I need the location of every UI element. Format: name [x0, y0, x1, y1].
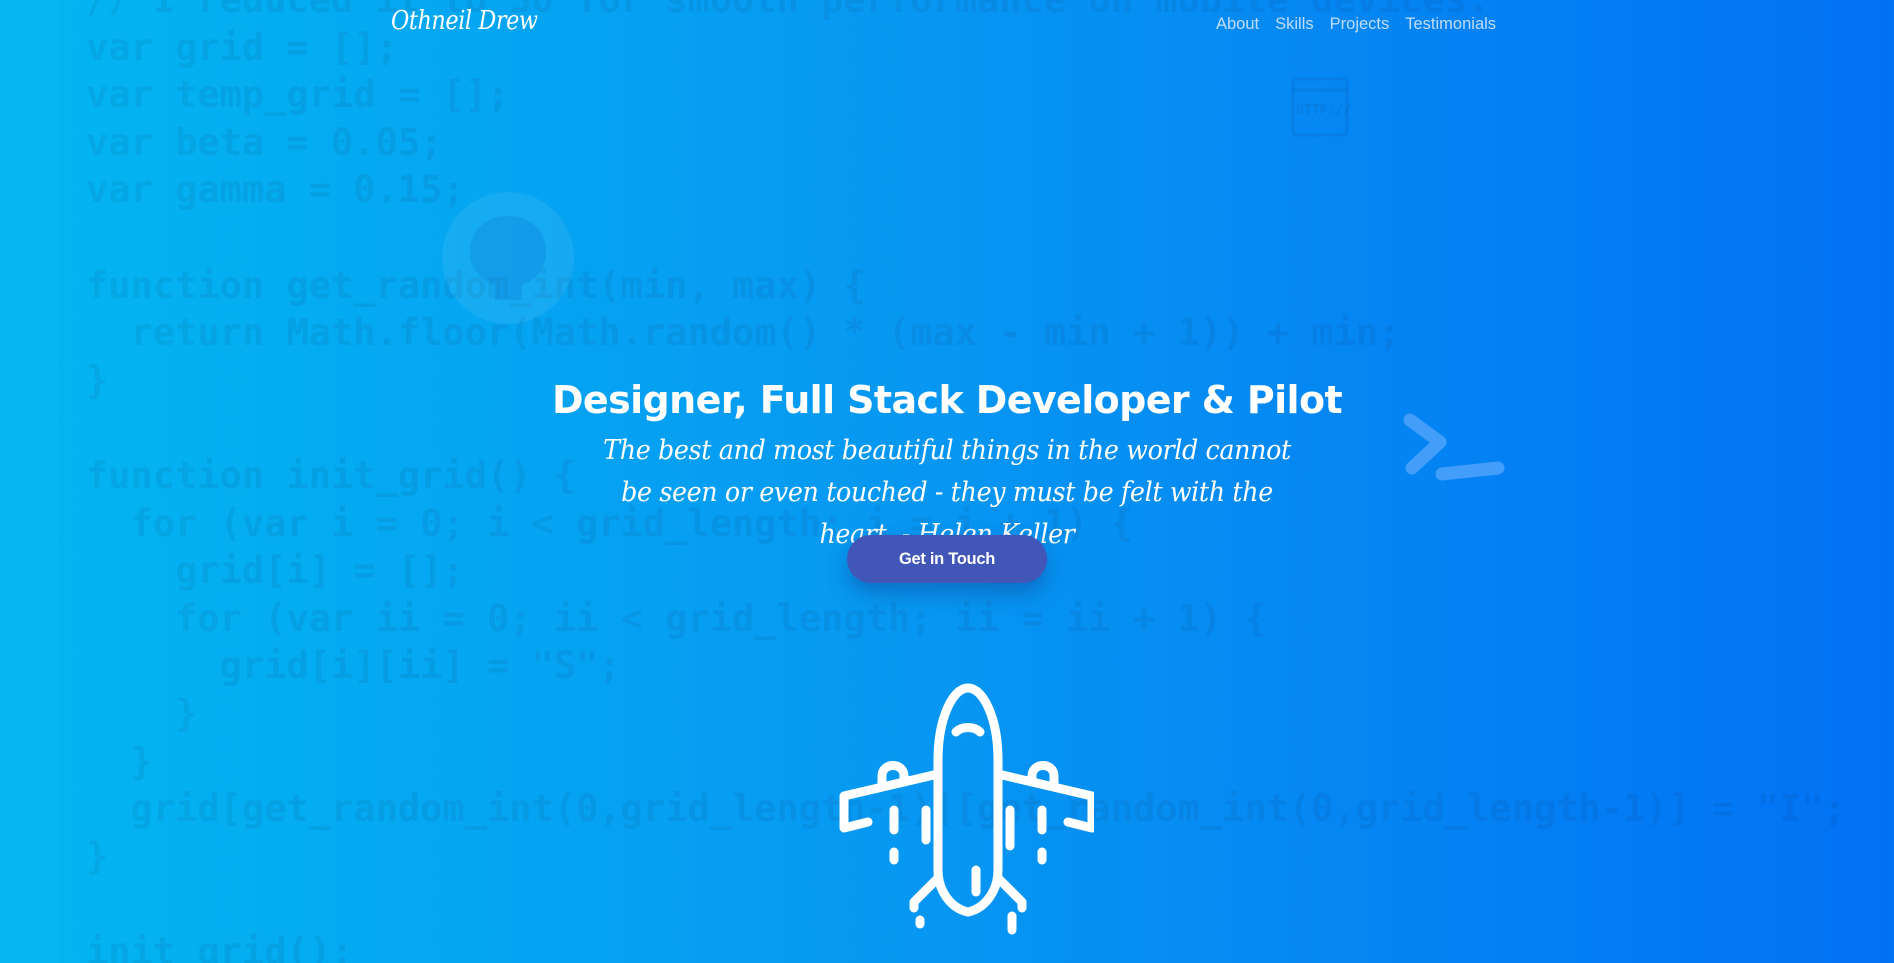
hero-title: Designer, Full Stack Developer & Pilot — [551, 378, 1343, 422]
brand-logo[interactable]: Othneil Drew — [391, 6, 538, 36]
main-nav: About Skills Projects Testimonials — [1216, 15, 1496, 34]
nav-projects[interactable]: Projects — [1330, 15, 1390, 34]
http-icon: HTTP:// — [1291, 77, 1350, 137]
http-icon-label: HTTP:// — [1296, 103, 1350, 118]
nav-skills[interactable]: Skills — [1275, 15, 1314, 34]
navbar: Othneil Drew About Skills Projects Testi… — [0, 0, 1894, 52]
background-strip — [0, 0, 58, 963]
nav-testimonials[interactable]: Testimonials — [1405, 15, 1496, 34]
github-icon — [442, 192, 574, 324]
get-in-touch-button[interactable]: Get in Touch — [847, 535, 1047, 583]
airplane-icon — [839, 683, 1094, 935]
nav-about[interactable]: About — [1216, 15, 1259, 34]
